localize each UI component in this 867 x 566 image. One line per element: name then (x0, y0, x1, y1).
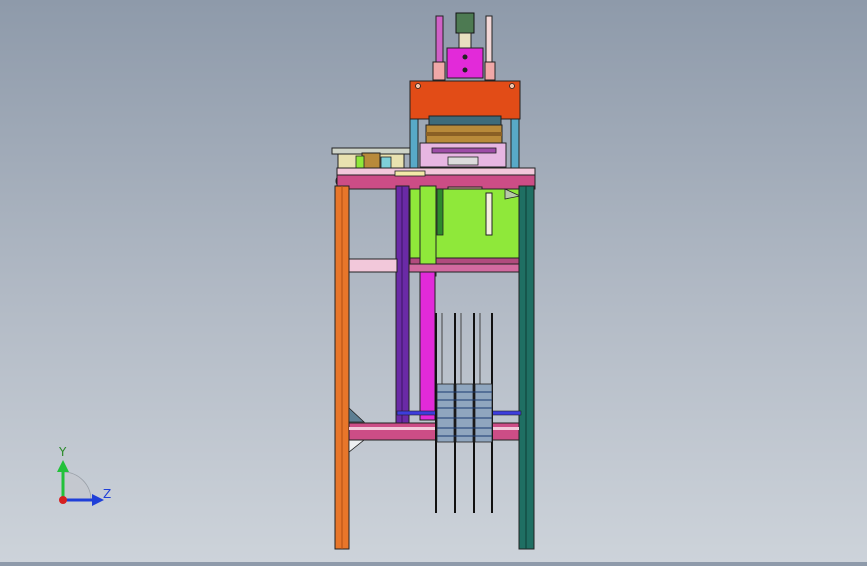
axis-triad: Y Z (57, 445, 111, 506)
press-head-plate (409, 80, 521, 120)
top-cylinder-assembly (432, 12, 496, 81)
y-axis-arrowhead (57, 460, 69, 472)
z-axis-label: Z (103, 487, 111, 501)
roller-assembly (419, 115, 507, 168)
hanging-rods (435, 313, 493, 513)
machine-drawing: Y Z (57, 12, 536, 550)
y-axis-label: Y (58, 445, 67, 459)
triad-origin (59, 496, 67, 504)
cad-viewport[interactable]: Y Z (0, 0, 867, 562)
triad-quadrant (62, 471, 92, 501)
